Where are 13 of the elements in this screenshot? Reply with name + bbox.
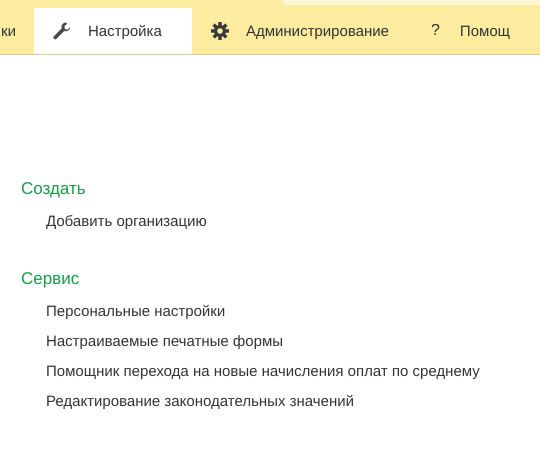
- section-tab[interactable]: Администрирование: [192, 8, 409, 54]
- section-tab[interactable]: ? Помощ: [409, 8, 510, 54]
- section-tab[interactable]: ки: [0, 8, 34, 54]
- section-tab[interactable]: Настройка: [34, 8, 192, 54]
- gear-icon: [210, 21, 230, 41]
- command-link[interactable]: Редактирование законодательных значений: [46, 393, 354, 410]
- wrench-icon: [52, 21, 72, 41]
- command-link[interactable]: Добавить организацию: [46, 213, 207, 230]
- section-heading: Сервис: [21, 268, 80, 290]
- command-link[interactable]: Настраиваемые печатные формы: [46, 333, 284, 350]
- section-heading: Создать: [21, 178, 87, 200]
- command-link[interactable]: Помощник перехода на новые начисления оплат по среднему: [46, 363, 480, 380]
- command-link[interactable]: Персональные настройки: [46, 303, 226, 320]
